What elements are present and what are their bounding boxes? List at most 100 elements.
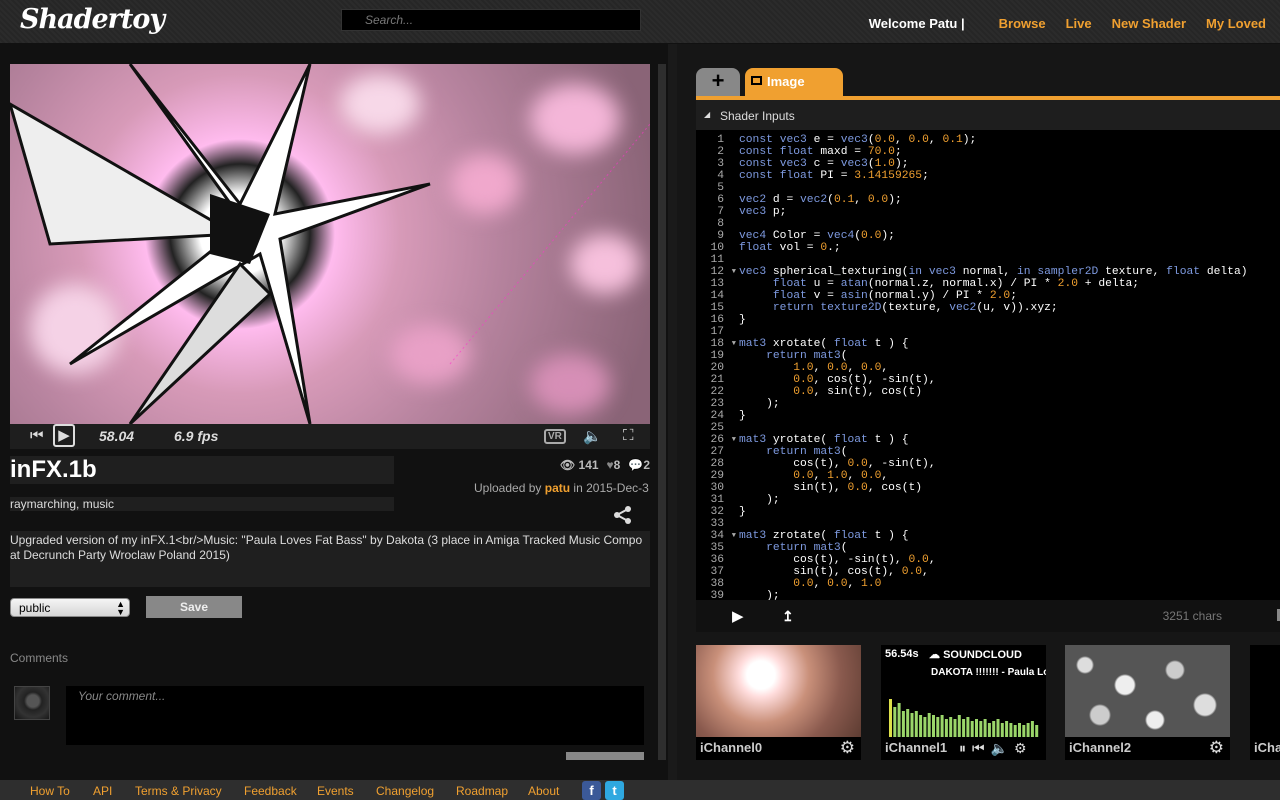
footer-events-link[interactable]: Events [317,784,354,798]
code-line[interactable]: cos(t), 0.0, -sin(t), [739,458,1248,470]
code-line[interactable]: float v = asin(normal.y) / PI * 2.0; [739,290,1248,302]
share-button[interactable] [613,505,633,530]
code-line[interactable]: return mat3( [739,542,1248,554]
compile-button[interactable]: ▶ [732,607,744,625]
code-line[interactable] [739,518,1248,530]
waveform-bar [949,717,953,737]
footer-howto-link[interactable]: How To [30,784,70,798]
upload-button[interactable]: ↥ [782,608,794,625]
code-line[interactable] [739,182,1248,194]
code-line[interactable]: cos(t), -sin(t), 0.0, [739,554,1248,566]
shader-title[interactable]: inFX.1b [10,456,394,484]
shader-tags[interactable]: raymarching, music [10,497,394,511]
gear-icon[interactable]: ⚙ [1209,738,1224,758]
code-line[interactable]: float vol = 0.; [739,242,1248,254]
comment-input[interactable]: Your comment... [66,686,644,745]
channel-0[interactable]: iChannel0 ⚙ [696,645,861,760]
footer-roadmap-link[interactable]: Roadmap [456,784,508,798]
code-line[interactable]: 0.0, 0.0, 1.0 [739,578,1248,590]
rewind-icon[interactable]: ⏮ [972,740,985,757]
code-line[interactable] [739,326,1248,338]
line-number: 14 [710,290,724,302]
channel-3[interactable]: iCha [1250,645,1280,760]
gear-icon[interactable]: ⚙ [1014,740,1027,757]
footer-changelog-link[interactable]: Changelog [376,784,434,798]
cloud-icon: ☁ [929,649,940,661]
code-line[interactable]: } [739,506,1248,518]
shadertoy-logo[interactable]: Shadertoy [20,4,165,35]
twitter-icon[interactable]: t [605,781,624,800]
shader-inputs-toggle[interactable]: ◢ Shader Inputs [696,100,1280,130]
code-line[interactable]: return mat3( [739,350,1248,362]
volume-icon[interactable]: 🔈 [991,740,1008,757]
fullscreen-button[interactable]: ⛶ [623,427,634,444]
code-line[interactable]: } [739,314,1248,326]
visibility-select[interactable]: public ▲ ▼ [10,598,130,617]
footer-feedback-link[interactable]: Feedback [244,784,297,798]
waveform-bar [957,715,961,737]
code-area[interactable]: const vec3 e = vec3(0.0, 0.0, 0.1); const… [739,134,1248,600]
code-line[interactable]: const float maxd = 70.0; [739,146,1248,158]
post-comment-button[interactable] [566,752,644,760]
footer-about-link[interactable]: About [528,784,559,798]
nav-live-link[interactable]: Live [1066,16,1092,31]
likes-stat[interactable]: ♥8 [607,458,621,472]
code-line[interactable]: ); [739,398,1248,410]
code-line[interactable]: const float PI = 3.14159265; [739,170,1248,182]
code-line[interactable]: ); [739,590,1248,600]
code-line[interactable]: 0.0, 1.0, 0.0, [739,470,1248,482]
soundcloud-label: SOUNDCLOUD [943,649,1022,661]
fold-arrow-icon[interactable]: ▼ [732,338,736,350]
pause-icon[interactable]: ⏸ [959,740,966,757]
footer-terms-link[interactable]: Terms & Privacy [135,784,222,798]
volume-button[interactable]: 🔈 [583,427,602,445]
nav-new-shader-link[interactable]: New Shader [1112,16,1186,31]
code-line[interactable]: vec2 d = vec2(0.1, 0.0); [739,194,1248,206]
nav-my-loved-link[interactable]: My Loved [1206,16,1266,31]
author-link[interactable]: patu [545,481,570,495]
code-line[interactable]: return texture2D(texture, vec2(u, v)).xy… [739,302,1248,314]
gear-icon[interactable]: ⚙ [840,738,855,758]
panel-splitter[interactable] [658,64,666,760]
shader-canvas[interactable] [10,64,650,424]
channel-2[interactable]: iChannel2 ⚙ [1065,645,1230,760]
code-line[interactable] [739,422,1248,434]
code-line[interactable]: sin(t), cos(t), 0.0, [739,566,1248,578]
code-line[interactable] [739,254,1248,266]
code-line[interactable]: sin(t), 0.0, cos(t) [739,482,1248,494]
code-line[interactable]: ); [739,494,1248,506]
code-line[interactable]: vec3 p; [739,206,1248,218]
code-line[interactable]: vec3 spherical_texturing(in vec3 normal,… [739,266,1248,278]
channel-1[interactable]: 56.54s ☁ SOUNDCLOUD DAKOTA !!!!!!! - Pau… [881,645,1046,760]
fold-arrow-icon[interactable]: ▼ [732,530,736,542]
code-line[interactable]: const vec3 c = vec3(1.0); [739,158,1248,170]
tab-image[interactable]: Image [745,68,843,96]
code-line[interactable]: vec4 Color = vec4(0.0); [739,230,1248,242]
facebook-icon[interactable]: f [582,781,601,800]
footer-api-link[interactable]: API [93,784,112,798]
code-line[interactable]: const vec3 e = vec3(0.0, 0.0, 0.1); [739,134,1248,146]
upload-arrow-icon: ↥ [782,608,794,624]
vr-button[interactable]: VR [544,429,566,444]
shader-description[interactable]: Upgraded version of my inFX.1<br/>Music:… [10,531,650,587]
code-line[interactable]: return mat3( [739,446,1248,458]
code-line[interactable]: 1.0, 0.0, 0.0, [739,362,1248,374]
save-button[interactable]: Save [146,596,242,618]
fold-arrow-icon[interactable]: ▼ [732,266,736,278]
rewind-button[interactable]: ⏮ [30,427,44,444]
code-line[interactable]: mat3 xrotate( float t ) { [739,338,1248,350]
code-line[interactable]: float u = atan(normal.z, normal.x) / PI … [739,278,1248,290]
code-line[interactable] [739,218,1248,230]
code-line[interactable]: 0.0, sin(t), cos(t) [739,386,1248,398]
code-line[interactable]: } [739,410,1248,422]
fold-arrow-icon[interactable]: ▼ [732,434,736,446]
code-line[interactable]: mat3 zrotate( float t ) { [739,530,1248,542]
play-button[interactable]: ▶ [53,424,75,447]
nav-browse-link[interactable]: Browse [999,16,1046,31]
add-tab-button[interactable]: + [696,68,740,96]
code-editor[interactable]: 1 2 3 4 5 6 7 8 9 10 11 12 ▼ 13 14 15 16 17 18 ▼ 19 20 21 22 23 2… [696,130,1280,600]
search-input[interactable] [341,9,641,31]
line-number: 19 [710,350,724,362]
code-line[interactable]: 0.0, cos(t), -sin(t), [739,374,1248,386]
code-line[interactable]: mat3 yrotate( float t ) { [739,434,1248,446]
